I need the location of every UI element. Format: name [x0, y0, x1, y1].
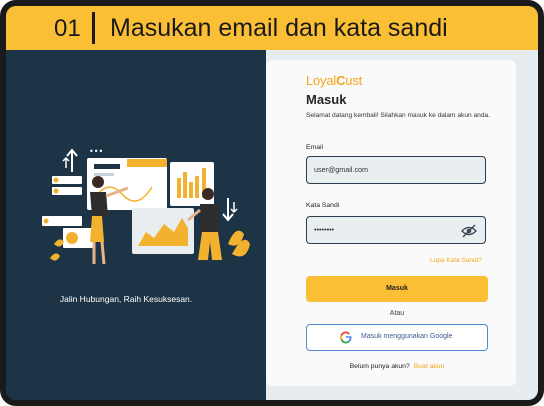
- forgot-password-link[interactable]: Lupa Kata Sandi?: [430, 257, 482, 264]
- step-banner: 01 Masukan email dan kata sandi: [6, 6, 538, 50]
- password-value: ••••••••: [314, 225, 335, 234]
- app-logo: LoyalCust: [306, 73, 362, 88]
- step-title: Masukan email dan kata sandi: [110, 14, 448, 42]
- login-button[interactable]: Masuk: [306, 276, 488, 302]
- app-frame: 01 Masukan email dan kata sandi ••• Jali…: [0, 0, 544, 406]
- password-field[interactable]: ••••••••: [306, 216, 486, 244]
- google-icon: [340, 331, 352, 344]
- signup-prompt: Belum punya akun? Buat akun: [306, 363, 488, 370]
- or-divider-text: Atau: [389, 310, 405, 317]
- signup-link[interactable]: Buat akun: [414, 363, 445, 370]
- tagline: Jalin Hubungan, Raih Kesuksesan.: [59, 294, 193, 304]
- business-illustration: •••: [42, 147, 250, 265]
- email-label: Email: [306, 144, 323, 151]
- email-field[interactable]: user@gmail.com: [306, 156, 486, 184]
- left-panel: ••• Jalin Hubungan, Raih Kesuksesan.: [6, 50, 260, 400]
- step-divider: [92, 12, 95, 44]
- logo-text-right: ust: [345, 73, 363, 88]
- eye-off-icon[interactable]: [461, 224, 477, 238]
- logo-c: C: [336, 73, 346, 88]
- welcome-text: Selamat datang kembali! Silahkan masuk k…: [306, 112, 491, 119]
- signup-text: Belum punya akun?: [349, 363, 410, 370]
- google-login-label: Masuk menggunakan Google: [361, 333, 453, 340]
- svg-text:•••: •••: [89, 147, 103, 156]
- page-title: Masuk: [306, 92, 347, 107]
- password-label: Kata Sandi: [306, 202, 340, 209]
- logo-text-left: Loyal: [306, 73, 337, 88]
- email-value: user@gmail.com: [314, 165, 369, 174]
- step-number: 01: [54, 15, 81, 42]
- login-card: LoyalCust Masuk Selamat datang kembali! …: [266, 60, 516, 386]
- right-panel: LoyalCust Masuk Selamat datang kembali! …: [266, 50, 538, 400]
- google-login-button[interactable]: Masuk menggunakan Google: [306, 324, 488, 351]
